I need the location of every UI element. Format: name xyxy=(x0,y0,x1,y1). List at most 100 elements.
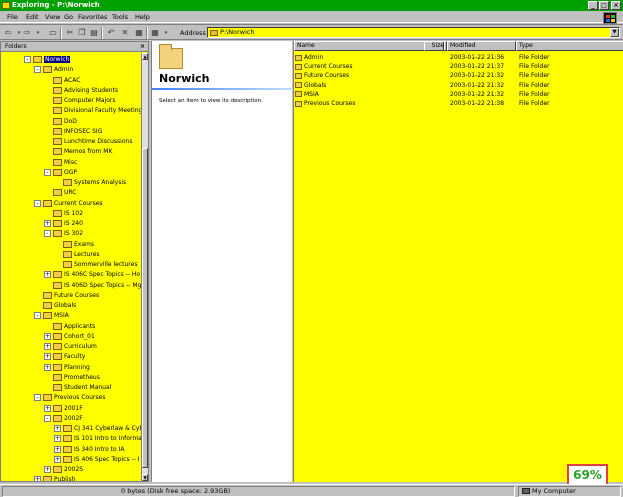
tree-node[interactable]: - IS 302 xyxy=(44,229,83,239)
tree-node[interactable]: - Previous Courses xyxy=(34,393,105,403)
tree-node[interactable]: URC xyxy=(44,188,76,198)
tree-node[interactable]: + Faculty xyxy=(44,352,85,362)
scroll-up-icon[interactable]: ▲ xyxy=(142,53,148,60)
maximize-button[interactable]: □ xyxy=(599,1,609,10)
tree-node[interactable]: Applicants xyxy=(44,322,95,332)
menu-view[interactable]: View xyxy=(45,13,60,22)
tree-node[interactable]: Sommerville lectures xyxy=(54,260,137,270)
expand-icon[interactable]: + xyxy=(34,476,41,481)
menu-help[interactable]: Help xyxy=(135,13,150,22)
list-item[interactable]: MSIA 2003-01-22 21:32 File Folder xyxy=(294,90,623,99)
scroll-down-icon[interactable]: ▼ xyxy=(142,474,148,481)
views-icon[interactable]: ▦ xyxy=(150,28,160,38)
list-item[interactable]: Current Courses 2003-01-22 21:37 File Fold… xyxy=(294,62,623,71)
tree-node[interactable]: Systems Analysis xyxy=(54,178,126,188)
expand-icon[interactable]: + xyxy=(44,466,51,473)
tree-node[interactable]: + IS 240 xyxy=(44,219,83,229)
forward-icon[interactable]: ⇨ xyxy=(22,28,32,38)
tree-node[interactable]: Divisional Faculty Meetings xyxy=(44,106,142,116)
collapse-icon[interactable]: - xyxy=(44,168,51,176)
close-pane-icon[interactable]: × xyxy=(140,42,145,52)
tree-node[interactable]: Memos from MK xyxy=(44,147,112,157)
tree-node[interactable]: ACAC xyxy=(44,76,80,86)
tree-node[interactable]: Student Manual xyxy=(44,383,111,393)
menu-go[interactable]: Go xyxy=(64,13,73,22)
title-bar[interactable]: Exploring - P:\Norwich _ □ × xyxy=(0,0,623,11)
tree-node[interactable]: Lunchtime Discussions xyxy=(44,137,132,147)
menu-tools[interactable]: Tools xyxy=(112,13,128,22)
expand-icon[interactable]: + xyxy=(44,363,51,371)
forward-dropdown-icon[interactable]: ▾ xyxy=(33,28,43,38)
tree-node[interactable]: - OGP xyxy=(44,168,77,178)
tree-node[interactable]: - Admin xyxy=(34,65,73,75)
collapse-icon[interactable]: - xyxy=(34,66,41,74)
expand-icon[interactable]: + xyxy=(44,404,51,412)
tree-node[interactable]: Computer Majors xyxy=(44,96,116,106)
tree-node[interactable]: - Norwich xyxy=(24,55,71,65)
tree-node[interactable]: + IS 101 Intro to Informa xyxy=(54,434,142,444)
tree-node[interactable]: - Current Courses xyxy=(34,199,103,209)
collapse-icon[interactable]: - xyxy=(24,56,31,63)
tree-node[interactable]: + IS 406C Spec Topics -- Ho xyxy=(44,270,140,280)
scroll-thumb[interactable] xyxy=(142,148,148,468)
address-dropdown-icon[interactable]: ▼ xyxy=(610,28,619,37)
tree-node[interactable]: IS 102 xyxy=(44,209,83,219)
delete-icon[interactable]: ✕ xyxy=(120,28,130,38)
tree-scrollbar[interactable]: ▲ ▼ xyxy=(141,53,148,481)
list-item[interactable]: Admin 2003-01-22 21:36 File Folder xyxy=(294,53,623,62)
menu-favorites[interactable]: Favorites xyxy=(78,13,107,22)
paste-icon[interactable]: ▤ xyxy=(89,28,99,38)
tree-node[interactable]: + IS 340 Intro to IA xyxy=(54,445,125,455)
expand-icon[interactable]: + xyxy=(44,353,51,361)
expand-icon[interactable]: + xyxy=(44,332,51,340)
close-button[interactable]: × xyxy=(611,1,621,10)
tree-node[interactable]: Lectures xyxy=(54,250,100,260)
column-type[interactable]: Type xyxy=(516,41,623,51)
copy-icon[interactable]: ❐ xyxy=(77,28,87,38)
expand-icon[interactable]: + xyxy=(54,455,61,463)
list-item[interactable]: Previous Courses 2003-01-22 21:38 File Fol… xyxy=(294,99,623,108)
collapse-icon[interactable]: - xyxy=(44,414,51,422)
collapse-icon[interactable]: - xyxy=(34,312,41,320)
collapse-icon[interactable]: - xyxy=(34,394,41,402)
tree-node[interactable]: +2001F xyxy=(44,404,83,414)
undo-icon[interactable]: ↶ xyxy=(106,28,116,38)
expand-icon[interactable]: + xyxy=(54,425,61,432)
tree-node[interactable]: Exams xyxy=(54,240,94,250)
tree-node[interactable]: - MSIA xyxy=(34,311,69,321)
up-folder-icon[interactable]: ▭ xyxy=(48,28,58,38)
tree-node[interactable]: INFOSEC SIG xyxy=(44,127,102,137)
tree-node[interactable]: +2002S xyxy=(44,465,83,475)
list-item[interactable]: Globals 2003-01-22 21:32 File Folder xyxy=(294,81,623,90)
tree-node[interactable]: Globals xyxy=(34,301,76,311)
tree-node[interactable]: + IS 406 Spec Topics -- I xyxy=(54,455,140,465)
back-icon[interactable]: ⇦ xyxy=(3,28,13,38)
expand-icon[interactable]: + xyxy=(44,220,51,227)
tree-node[interactable]: Advising Students xyxy=(44,86,118,96)
expand-icon[interactable]: + xyxy=(44,343,51,350)
cut-icon[interactable]: ✂ xyxy=(65,28,75,38)
properties-icon[interactable]: ▦ xyxy=(134,28,144,38)
minimize-button[interactable]: _ xyxy=(588,1,598,10)
tree-node[interactable]: + CJ 341 Cyberlaw & Cyb xyxy=(54,424,142,434)
list-item[interactable]: Future Courses 2003-01-22 21:32 File Folde… xyxy=(294,71,623,80)
tree-node[interactable]: + Planning xyxy=(44,363,90,373)
collapse-icon[interactable]: - xyxy=(34,199,41,207)
column-size[interactable]: Size xyxy=(424,41,447,51)
tree-node[interactable]: IS 406D Spec Topics -- Mg xyxy=(44,281,141,291)
menu-file[interactable]: File xyxy=(7,13,18,22)
collapse-icon[interactable]: - xyxy=(44,230,51,238)
tree-node[interactable]: + Curriculum xyxy=(44,342,97,352)
tree-node[interactable]: Future Courses xyxy=(34,291,99,301)
expand-icon[interactable]: + xyxy=(44,271,51,279)
column-modified[interactable]: Modified xyxy=(447,41,516,51)
tree-node[interactable]: DoD xyxy=(44,117,77,127)
tree-node[interactable]: Misc xyxy=(44,158,77,168)
column-name[interactable]: Name xyxy=(294,41,444,51)
menu-edit[interactable]: Edit xyxy=(26,13,39,22)
views-dropdown-icon[interactable]: ▾ xyxy=(161,28,171,38)
tree-node[interactable]: Prometheus xyxy=(44,373,100,383)
expand-icon[interactable]: + xyxy=(54,445,61,453)
tree-node[interactable]: + Cohort_01 xyxy=(44,332,95,342)
address-bar[interactable]: P:\Norwich ▼ xyxy=(207,27,620,38)
